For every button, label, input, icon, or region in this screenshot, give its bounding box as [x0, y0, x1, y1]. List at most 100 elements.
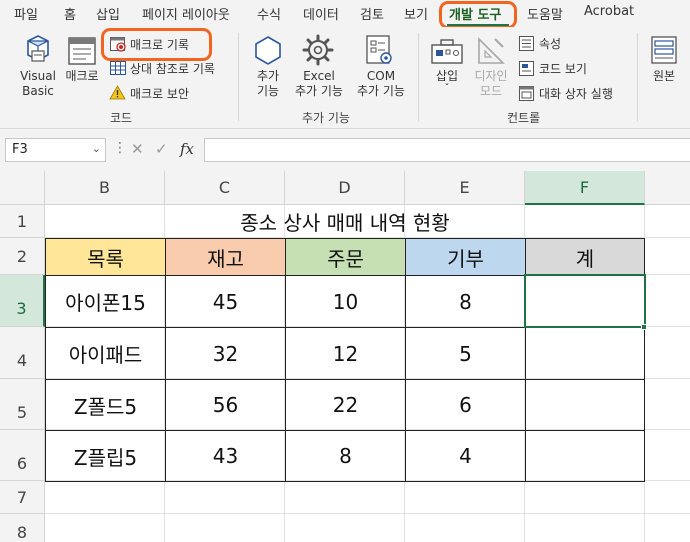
data-cell-e3[interactable]: 8	[405, 275, 526, 328]
enter-icon[interactable]: ✓	[155, 140, 168, 158]
ribbon: Visual Basic 매크로 매크로 기록 상대 참조로 기록 매크로 보안…	[0, 27, 690, 129]
properties-label: 속성	[539, 37, 562, 51]
row-header-6[interactable]: 6	[0, 430, 45, 481]
menu-bar: 파일 홈 삽입 페이지 레이아웃 수식 데이터 검토 보기 개발 도구 도움말 …	[0, 0, 690, 27]
excel-addins-label: Excel 추가 기능	[295, 69, 343, 98]
addins-icon	[255, 36, 281, 65]
sheet-title-cell[interactable]: 종소 상사 매매 내역 현황	[45, 205, 645, 238]
header-cell-f2[interactable]: 계	[525, 238, 645, 276]
properties-icon	[519, 36, 534, 51]
record-macro-icon	[110, 37, 126, 52]
warning-icon	[109, 85, 126, 100]
controls-group-label: 컨트롤	[507, 111, 541, 125]
design-mode-icon	[478, 37, 505, 64]
row-header-4[interactable]: 4	[0, 327, 45, 379]
data-cell-f4[interactable]	[525, 327, 645, 380]
data-cell-b3[interactable]: 아이폰15	[45, 275, 166, 328]
addins-label: 추가 기능	[256, 69, 280, 98]
row-header-5[interactable]: 5	[0, 379, 45, 430]
data-cell-b4[interactable]: 아이패드	[45, 327, 166, 380]
menu-page-layout[interactable]: 페이지 레이아웃	[142, 4, 230, 23]
macro-security-label: 매크로 보안	[130, 87, 190, 101]
name-box[interactable]: F3 ⌄	[5, 138, 106, 162]
column-header-g[interactable]	[645, 171, 690, 205]
gear-icon	[302, 34, 334, 66]
menu-formulas[interactable]: 수식	[257, 4, 281, 23]
row-header-7[interactable]: 7	[0, 481, 45, 514]
view-code-icon	[519, 61, 534, 76]
menu-insert[interactable]: 삽입	[96, 4, 120, 23]
worksheet-grid: B C D E F 1 2 3 4 5 6 7 8 종소 상사 매매 내역 현황…	[0, 171, 690, 542]
data-cell-f6[interactable]	[525, 430, 645, 482]
xml-source-icon	[651, 36, 677, 64]
data-cell-f5[interactable]	[525, 379, 645, 431]
formula-bar: F3 ⌄ ⋮ ✕ ✓ fx	[0, 129, 690, 171]
row-header-3[interactable]: 3	[0, 275, 45, 327]
header-cell-d2[interactable]: 주문	[285, 238, 406, 276]
menu-help[interactable]: 도움말	[527, 4, 563, 23]
data-cell-d5[interactable]: 22	[285, 379, 406, 431]
fill-handle[interactable]	[641, 324, 647, 330]
data-cell-b5[interactable]: Z폴드5	[45, 379, 166, 431]
group-separator	[238, 33, 239, 121]
header-cell-c2[interactable]: 재고	[165, 238, 286, 276]
addins-group-label: 추가 기능	[302, 111, 350, 125]
group-separator	[637, 33, 638, 121]
code-group-label: 코드	[110, 111, 133, 125]
run-dialog-icon	[519, 86, 534, 101]
menu-review[interactable]: 검토	[360, 4, 384, 23]
row-header-1[interactable]: 1	[0, 205, 45, 238]
insert-control-label: 삽입 ˇ	[435, 69, 459, 94]
menu-file[interactable]: 파일	[14, 4, 38, 23]
design-mode-label: 디자인 모드	[474, 69, 508, 98]
formula-input[interactable]	[204, 138, 690, 162]
group-separator	[418, 33, 419, 121]
data-cell-c6[interactable]: 43	[165, 430, 286, 482]
visual-basic-icon	[27, 35, 49, 62]
visual-basic-label: Visual Basic	[20, 69, 56, 98]
column-header-c[interactable]: C	[165, 171, 285, 205]
data-cell-d3[interactable]: 10	[285, 275, 406, 328]
menu-acrobat[interactable]: Acrobat	[584, 4, 634, 19]
cancel-icon[interactable]: ✕	[131, 140, 144, 158]
data-cell-f3[interactable]	[525, 275, 645, 328]
row-header-8[interactable]: 8	[0, 514, 45, 542]
header-cell-e2[interactable]: 기부	[405, 238, 526, 276]
header-cell-b2[interactable]: 목록	[45, 238, 166, 276]
insert-function-icon[interactable]: fx	[180, 140, 194, 158]
data-cell-d6[interactable]: 8	[285, 430, 406, 482]
relative-reference-icon	[110, 61, 126, 75]
column-header-d[interactable]: D	[285, 171, 405, 205]
row-header-2[interactable]: 2	[0, 238, 45, 275]
chevron-down-icon[interactable]: ⌄	[92, 142, 101, 155]
column-header-f[interactable]: F	[525, 171, 645, 205]
gridline	[45, 513, 690, 514]
select-all-corner[interactable]	[0, 171, 45, 205]
data-cell-c3[interactable]: 45	[165, 275, 286, 328]
menu-home[interactable]: 홈	[64, 4, 76, 23]
menu-data[interactable]: 데이터	[303, 4, 339, 23]
com-addins-label: COM 추가 기능	[357, 69, 405, 98]
data-cell-e5[interactable]: 6	[405, 379, 526, 431]
column-header-b[interactable]: B	[45, 171, 165, 205]
record-macro-label: 매크로 기록	[130, 38, 190, 52]
data-cell-e6[interactable]: 4	[405, 430, 526, 482]
data-cell-e4[interactable]: 5	[405, 327, 526, 380]
data-cell-c4[interactable]: 32	[165, 327, 286, 380]
relative-reference-label: 상대 참조로 기록	[130, 62, 215, 76]
name-box-value: F3	[12, 142, 28, 157]
com-addins-icon	[366, 35, 392, 64]
menu-view[interactable]: 보기	[404, 4, 428, 23]
data-cell-c5[interactable]: 56	[165, 379, 286, 431]
macros-label: 매크로	[65, 69, 99, 83]
data-cell-d4[interactable]: 12	[285, 327, 406, 380]
run-dialog-label: 대화 상자 실행	[539, 87, 613, 101]
view-code-label: 코드 보기	[539, 62, 587, 76]
more-options-icon[interactable]: ⋮	[113, 140, 127, 156]
source-label: 원본	[652, 69, 676, 83]
menu-developer[interactable]: 개발 도구	[449, 4, 501, 23]
data-cell-b6[interactable]: Z플립5	[45, 430, 166, 482]
macros-icon	[68, 37, 96, 65]
column-header-e[interactable]: E	[405, 171, 525, 205]
toolbox-icon	[431, 39, 463, 64]
